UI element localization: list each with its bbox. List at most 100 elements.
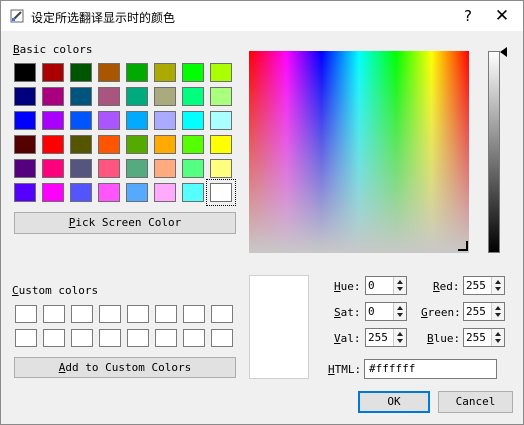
basic-color-swatch[interactable] <box>182 87 204 106</box>
basic-color-swatch[interactable] <box>126 111 148 130</box>
basic-color-swatch[interactable] <box>126 63 148 82</box>
basic-color-swatch[interactable] <box>210 135 232 154</box>
luminance-slider[interactable] <box>488 51 500 253</box>
basic-color-swatch[interactable] <box>182 183 204 202</box>
hue-stepper[interactable] <box>393 277 406 294</box>
green-stepper[interactable] <box>491 303 504 320</box>
basic-color-swatch[interactable] <box>182 63 204 82</box>
close-button[interactable]: ✕ <box>489 3 515 29</box>
custom-color-swatch[interactable] <box>183 305 205 323</box>
basic-color-swatch[interactable] <box>42 135 64 154</box>
val-stepper[interactable] <box>393 329 406 346</box>
basic-color-swatch[interactable] <box>70 183 92 202</box>
down-arrow-icon[interactable] <box>397 339 403 343</box>
custom-color-swatch[interactable] <box>183 329 205 347</box>
basic-color-swatch[interactable] <box>154 63 176 82</box>
basic-color-swatch[interactable] <box>154 135 176 154</box>
sat-spinbox[interactable]: 0 <box>365 302 407 321</box>
pick-screen-color-button[interactable]: Pick Screen Color <box>14 212 236 234</box>
custom-color-swatch[interactable] <box>155 329 177 347</box>
basic-color-swatch[interactable] <box>14 183 36 202</box>
custom-color-swatch[interactable] <box>43 305 65 323</box>
basic-color-swatch[interactable] <box>182 135 204 154</box>
down-arrow-icon[interactable] <box>495 287 501 291</box>
help-button[interactable]: ? <box>455 3 481 29</box>
basic-color-swatch[interactable] <box>206 179 236 206</box>
basic-color-swatch[interactable] <box>126 87 148 106</box>
basic-color-swatch[interactable] <box>210 159 232 178</box>
custom-color-swatch[interactable] <box>15 329 37 347</box>
basic-color-swatch[interactable] <box>98 159 120 178</box>
basic-color-swatch[interactable] <box>126 159 148 178</box>
custom-color-swatch[interactable] <box>127 329 149 347</box>
basic-color-swatch[interactable] <box>98 63 120 82</box>
basic-color-swatch[interactable] <box>154 111 176 130</box>
basic-color-swatch[interactable] <box>154 183 176 202</box>
custom-color-swatch[interactable] <box>211 305 233 323</box>
spectrum-crosshair[interactable] <box>458 241 468 251</box>
basic-color-swatch[interactable] <box>98 183 120 202</box>
custom-color-swatch[interactable] <box>71 305 93 323</box>
basic-color-swatch[interactable] <box>70 63 92 82</box>
basic-color-swatch[interactable] <box>42 159 64 178</box>
sat-stepper[interactable] <box>393 303 406 320</box>
basic-color-swatch[interactable] <box>210 87 232 106</box>
down-arrow-icon[interactable] <box>495 313 501 317</box>
basic-color-swatch[interactable] <box>42 63 64 82</box>
basic-color-swatch[interactable] <box>14 159 36 178</box>
basic-color-swatch[interactable] <box>154 87 176 106</box>
basic-color-swatch[interactable] <box>210 63 232 82</box>
basic-color-swatch[interactable] <box>98 87 120 106</box>
up-arrow-icon[interactable] <box>495 280 501 284</box>
basic-color-swatch[interactable] <box>70 87 92 106</box>
custom-color-swatch[interactable] <box>211 329 233 347</box>
custom-color-swatch[interactable] <box>127 305 149 323</box>
custom-color-swatch[interactable] <box>99 329 121 347</box>
basic-color-swatch[interactable] <box>182 159 204 178</box>
basic-color-swatch[interactable] <box>70 159 92 178</box>
up-arrow-icon[interactable] <box>397 306 403 310</box>
down-arrow-icon[interactable] <box>495 339 501 343</box>
blue-spinbox[interactable]: 255 <box>463 328 505 347</box>
basic-color-swatch[interactable] <box>42 183 64 202</box>
red-spinbox[interactable]: 255 <box>463 276 505 295</box>
cancel-button[interactable]: Cancel <box>438 391 513 413</box>
basic-color-swatch[interactable] <box>154 159 176 178</box>
add-to-custom-colors-button[interactable]: Add to Custom Colors <box>14 357 236 378</box>
color-dialog: 设定所选翻译显示时的颜色 ? ✕ Basic colors Pick Scree… <box>0 0 524 425</box>
custom-color-swatch[interactable] <box>15 305 37 323</box>
custom-color-swatch[interactable] <box>71 329 93 347</box>
up-arrow-icon[interactable] <box>495 332 501 336</box>
basic-color-swatch[interactable] <box>70 111 92 130</box>
basic-color-swatch[interactable] <box>182 111 204 130</box>
hue-spinbox[interactable]: 0 <box>365 276 407 295</box>
up-arrow-icon[interactable] <box>397 332 403 336</box>
green-spinbox[interactable]: 255 <box>463 302 505 321</box>
basic-color-swatch[interactable] <box>98 111 120 130</box>
basic-color-swatch[interactable] <box>42 87 64 106</box>
up-arrow-icon[interactable] <box>495 306 501 310</box>
custom-color-swatch[interactable] <box>99 305 121 323</box>
basic-color-swatch[interactable] <box>42 111 64 130</box>
custom-color-swatch[interactable] <box>155 305 177 323</box>
basic-color-swatch[interactable] <box>70 135 92 154</box>
luminance-arrow-icon[interactable] <box>500 47 507 57</box>
up-arrow-icon[interactable] <box>397 280 403 284</box>
basic-color-swatch[interactable] <box>126 135 148 154</box>
basic-color-swatch[interactable] <box>14 135 36 154</box>
down-arrow-icon[interactable] <box>397 287 403 291</box>
color-spectrum[interactable] <box>249 51 469 253</box>
basic-color-swatch[interactable] <box>98 135 120 154</box>
basic-color-swatch[interactable] <box>126 183 148 202</box>
html-color-input[interactable]: #ffffff <box>364 359 497 379</box>
basic-color-swatch[interactable] <box>14 111 36 130</box>
red-stepper[interactable] <box>491 277 504 294</box>
down-arrow-icon[interactable] <box>397 313 403 317</box>
blue-stepper[interactable] <box>491 329 504 346</box>
basic-color-swatch[interactable] <box>14 63 36 82</box>
basic-color-swatch[interactable] <box>14 87 36 106</box>
basic-color-swatch[interactable] <box>210 111 232 130</box>
val-spinbox[interactable]: 255 <box>365 328 407 347</box>
custom-color-swatch[interactable] <box>43 329 65 347</box>
ok-button[interactable]: OK <box>358 391 430 413</box>
